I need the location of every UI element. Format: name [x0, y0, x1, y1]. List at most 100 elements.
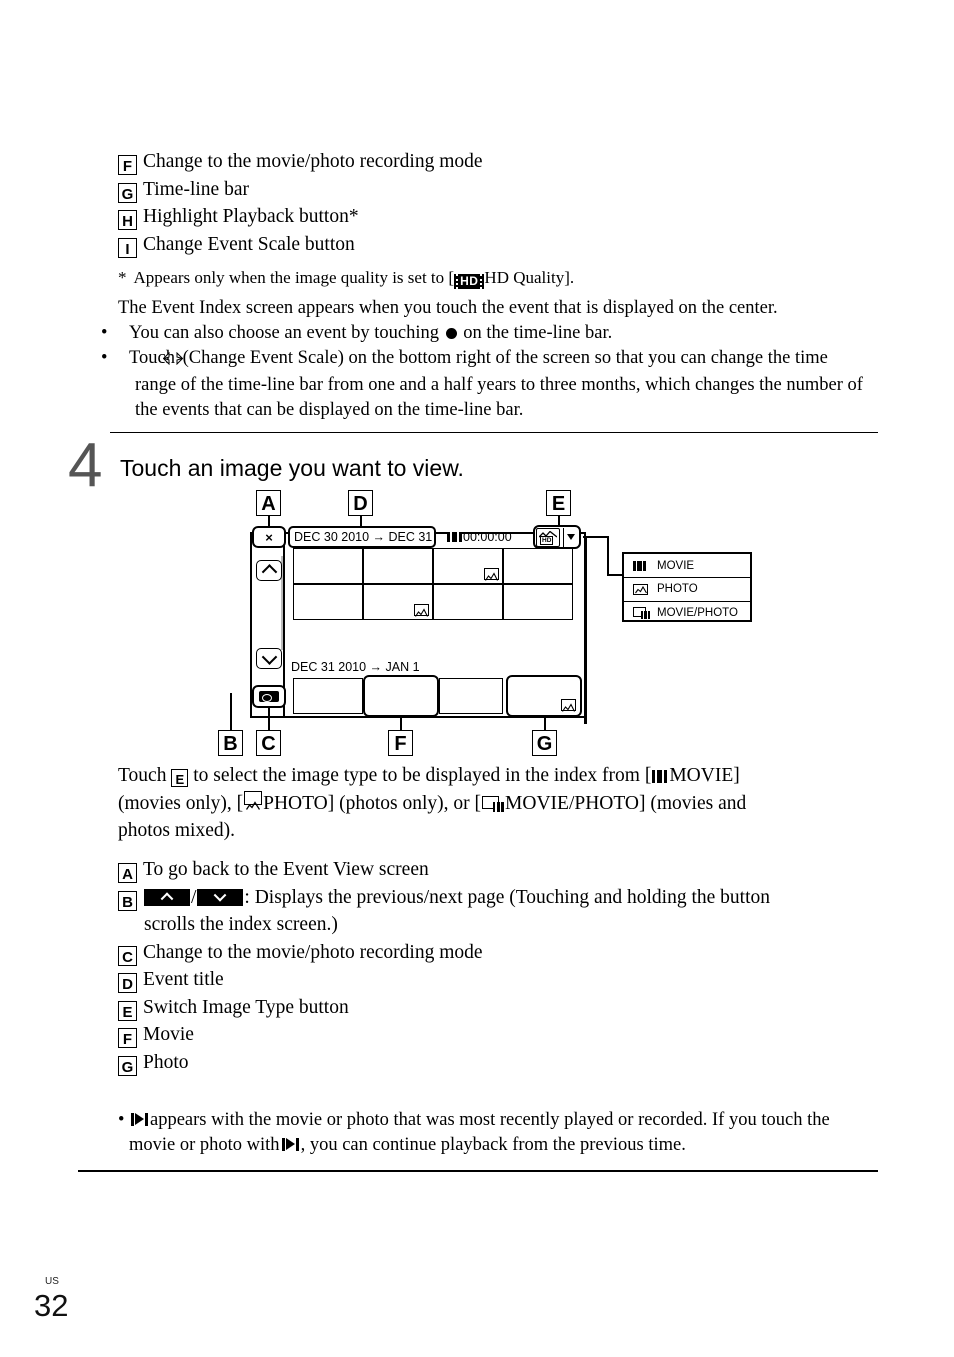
- movie-icon: [652, 770, 668, 783]
- callout-letter-f: F: [118, 155, 137, 175]
- ag-b-separator: /: [191, 886, 197, 908]
- intro-block: The Event Index screen appears when you …: [101, 296, 878, 423]
- touch-both-label: MOVIE/PHOTO] (movies and: [505, 792, 747, 814]
- footnote: * Appears only when the image quality is …: [118, 266, 574, 290]
- image-type-dropdown-menu[interactable]: MOVIE PHOTO MOVIE/PHOTO: [622, 552, 752, 622]
- resume-playback-icon: [131, 1113, 148, 1126]
- ag-item-b: B / : Displays the previous/next page (Tou…: [118, 884, 878, 939]
- thumbnail-r1c4[interactable]: [503, 548, 573, 584]
- callout-letter-b: B: [118, 890, 137, 911]
- intro-bullet-2: • Touch (Change Event Scale) on the botto…: [101, 346, 878, 423]
- menu-item-photo[interactable]: PHOTO: [624, 577, 750, 600]
- last-bullet-part3: , you can continue playback from the pre…: [300, 1135, 686, 1155]
- photo-wave-icon: [634, 585, 647, 594]
- hd-label: HD: [540, 535, 554, 545]
- thumbnail-r1c2[interactable]: [363, 548, 433, 584]
- close-button[interactable]: ×: [252, 526, 286, 548]
- diagram-callout-b: B: [218, 730, 243, 756]
- intro-bullet-2-line3: the events that can be displayed on the …: [135, 400, 524, 420]
- reference-text-g: Time-line bar: [143, 178, 249, 200]
- thumbnail-r3c2-movie[interactable]: [363, 675, 439, 717]
- photo-wave-icon: [246, 800, 261, 810]
- callout-letter-g2: G: [118, 1055, 137, 1076]
- callout-letter-g: G: [118, 182, 137, 203]
- thumbnail-r2c3[interactable]: [433, 584, 503, 620]
- ag-text-b-cont: scrolls the index screen.): [144, 914, 338, 935]
- footnote-text-before: Appears only when the image quality is s…: [133, 268, 455, 287]
- touch-text-1: Touch: [118, 765, 167, 786]
- recording-mode-button[interactable]: [252, 685, 286, 708]
- diagram-callout-c: C: [256, 730, 281, 756]
- photo-icon: [414, 604, 429, 617]
- step-title: Touch an image you want to view.: [120, 455, 464, 481]
- bullet-marker: •: [101, 323, 108, 343]
- touch-photo-label: PHOTO] (photos only), or [: [263, 792, 482, 814]
- reference-item-i: I Change Event Scale button: [118, 231, 878, 259]
- ag-text-b: : Displays the previous/next page (Touch…: [244, 886, 771, 908]
- leader-line-b: [230, 693, 232, 730]
- switch-image-type-button[interactable]: HD: [533, 525, 581, 549]
- close-icon: ×: [265, 529, 273, 545]
- movie-photo-icon: [633, 606, 650, 619]
- callout-letter-c: C: [118, 945, 137, 966]
- callout-letter-e-inline: E: [171, 769, 189, 787]
- last-bullet-line2: movie or photo with , you can continue pl…: [118, 1133, 878, 1158]
- leader-line-g: [544, 717, 546, 730]
- photo-icon: [244, 790, 263, 810]
- event-index-diagram: A D E × DEC 30 2010 → DEC 31 00:00:00 HD: [0, 490, 954, 765]
- thumbnail-r1c1[interactable]: [293, 548, 363, 584]
- movie-photo-icon: [482, 795, 505, 812]
- last-bullet-part1: appears with the movie or photo that was…: [150, 1110, 830, 1130]
- footnote-text-after: HD Quality].: [484, 268, 575, 287]
- film-strip-icon: [447, 532, 462, 542]
- thumbnail-r2c2[interactable]: [363, 584, 433, 620]
- ag-item-g: G Photo: [118, 1049, 878, 1077]
- timecode-value: 00:00:00: [463, 530, 512, 544]
- previous-page-button[interactable]: [256, 560, 282, 581]
- ag-item-a: A To go back to the Event View screen: [118, 856, 878, 884]
- photo-icon: [484, 568, 499, 581]
- hd-quality-icon: HD: [456, 274, 483, 289]
- ag-text-d: Event title: [143, 969, 224, 990]
- second-section-title: DEC 31 2010 → JAN 1: [291, 660, 420, 674]
- thumbnail-r1c3[interactable]: [433, 548, 503, 584]
- menu-item-movie[interactable]: MOVIE: [624, 554, 750, 577]
- ag-text-g: Photo: [143, 1051, 189, 1073]
- menu-item-photo-label: PHOTO: [657, 583, 698, 596]
- thumbnail-r3c4-photo[interactable]: [506, 675, 582, 717]
- touch-text-4: photos mixed).: [118, 820, 235, 841]
- reference-text-f: Change to the movie/photo recording mode: [143, 151, 483, 172]
- intro-bullet-1-before: You can also choose an event by touching: [129, 323, 439, 343]
- reference-text-h: Highlight Playback button*: [143, 206, 359, 227]
- menu-item-movie-photo[interactable]: MOVIE/PHOTO: [624, 600, 750, 624]
- photo-icon: [561, 699, 576, 712]
- thumbnail-r2c1[interactable]: [293, 584, 363, 620]
- resume-playback-icon: [281, 1138, 299, 1151]
- photo-icon: [633, 583, 650, 595]
- thumbnail-r3c3[interactable]: [439, 678, 503, 714]
- index-reference-list: A To go back to the Event View screen B /:…: [118, 856, 878, 1076]
- reference-item-f: F Change to the movie/photo recording mod…: [118, 148, 878, 176]
- event-title: DEC 30 2010 → DEC 31: [288, 526, 436, 548]
- ag-text-e: Switch Image Type button: [143, 996, 349, 1018]
- callout-letter-f2: F: [118, 1028, 137, 1048]
- callout-letter-d: D: [118, 973, 137, 993]
- callout-letter-e: E: [118, 1000, 137, 1021]
- thumbnail-r2c4[interactable]: [503, 584, 573, 620]
- menu-item-movie-photo-label: MOVIE/PHOTO: [657, 606, 738, 619]
- thumbnail-r3c1[interactable]: [293, 678, 363, 714]
- ag-text-a: To go back to the Event View screen: [143, 859, 429, 880]
- next-page-button[interactable]: [256, 648, 282, 669]
- camcorder-icon: [259, 691, 279, 702]
- movie-photo-hd-icon: HD: [536, 527, 560, 547]
- resume-playback-note: • appears with the movie or photo that wa…: [118, 1108, 878, 1158]
- menu-connector-v: [607, 536, 609, 576]
- ag-item-c: C Change to the movie/photo recording mod…: [118, 939, 878, 967]
- touch-text-3: (movies only), [: [118, 792, 244, 814]
- ag-text-c: Change to the movie/photo recording mode: [143, 941, 483, 963]
- section-divider-top: [110, 432, 878, 433]
- intro-line: The Event Index screen appears when you …: [118, 298, 778, 318]
- diagram-callout-a: A: [256, 490, 281, 516]
- caret-down-icon: [567, 534, 576, 540]
- touch-instruction-paragraph: Touch E to select the image type to be d…: [118, 762, 878, 845]
